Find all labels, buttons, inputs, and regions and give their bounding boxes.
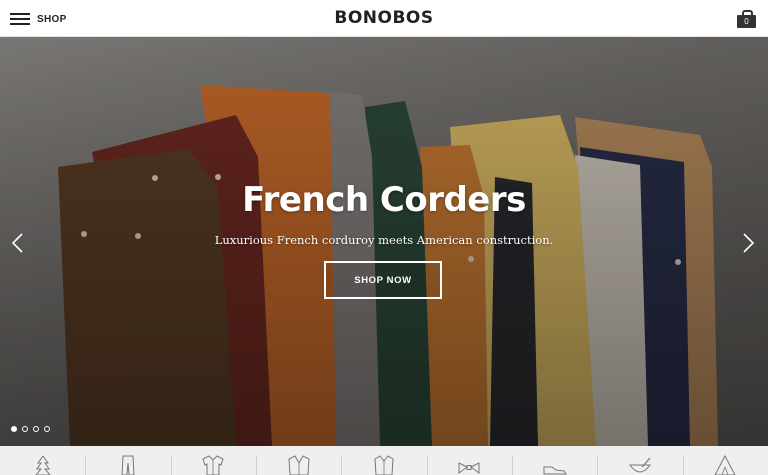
category-item-shoes[interactable] <box>511 446 597 475</box>
pants-icon <box>121 455 135 475</box>
blazer-icon <box>374 455 394 475</box>
chevron-left-icon[interactable] <box>10 232 24 254</box>
category-item-shirts[interactable] <box>170 446 256 475</box>
brand-logo[interactable]: BONOBOS <box>0 8 768 28</box>
category-item-suits[interactable] <box>255 446 341 475</box>
tent-icon <box>714 455 736 475</box>
shirt-icon <box>202 455 224 475</box>
hero-banner: French Corders Luxurious French corduroy… <box>0 37 768 446</box>
grooming-icon <box>628 457 651 473</box>
category-item-pants[interactable] <box>85 446 170 475</box>
carousel-dot[interactable] <box>22 426 28 432</box>
category-item-accessories[interactable] <box>426 446 512 475</box>
category-bar <box>0 446 768 475</box>
category-item-grooming[interactable] <box>597 446 682 475</box>
cart-count: 0 <box>737 15 756 28</box>
category-item-holiday[interactable] <box>0 446 85 475</box>
hero-subtitle: Luxurious French corduroy meets American… <box>214 233 554 247</box>
shop-now-button[interactable]: SHOP NOW <box>324 261 442 299</box>
chevron-right-icon[interactable] <box>742 232 756 254</box>
category-item-outdoor[interactable] <box>682 446 768 475</box>
site-header: SHOP BONOBOS 0 <box>0 0 768 37</box>
carousel-dot[interactable] <box>44 426 50 432</box>
carousel-dot[interactable] <box>33 426 39 432</box>
carousel-dots <box>11 426 55 432</box>
suit-jacket-icon <box>288 455 310 475</box>
tree-icon <box>35 455 51 475</box>
category-item-blazers[interactable] <box>341 446 426 475</box>
hero-title: French Corders <box>242 180 526 220</box>
bow-tie-icon <box>458 462 480 474</box>
cart-button[interactable]: 0 <box>737 10 756 28</box>
shoe-icon <box>543 466 567 475</box>
carousel-dot[interactable] <box>11 426 17 432</box>
